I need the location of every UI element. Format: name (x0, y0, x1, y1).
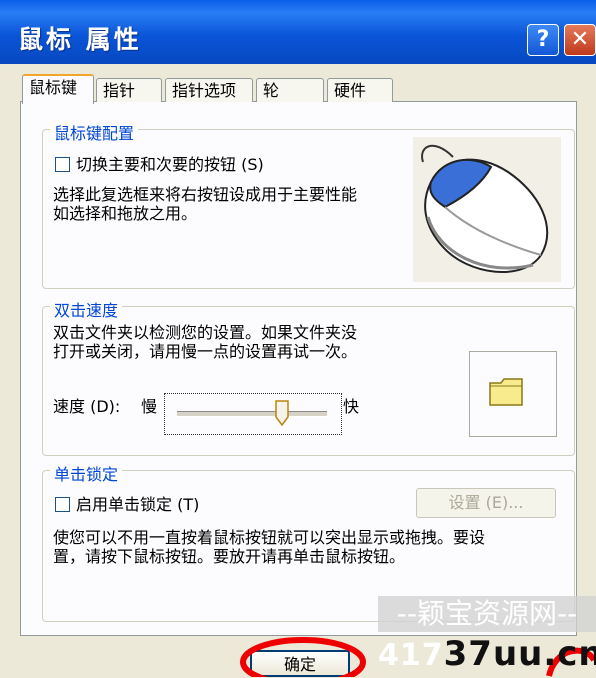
help-button[interactable]: ? (527, 24, 559, 56)
click-lock-desc-2: 置，请按下鼠标按钮。要放开请再单击鼠标按钮。 (53, 547, 406, 566)
slider-thumb[interactable] (275, 400, 289, 426)
slider-track (177, 411, 327, 417)
watermark-url: 41737uu.cn (378, 634, 596, 674)
fast-label: 快 (343, 397, 360, 416)
watermark-url-prefix: 417 (378, 638, 444, 673)
double-click-legend: 双击速度 (50, 297, 123, 321)
title-bar: 鼠标 属性 ? ✕ (0, 0, 596, 64)
folder-icon[interactable] (488, 377, 524, 407)
click-lock-settings-button[interactable]: 设置 (E)... (416, 488, 556, 518)
double-click-desc-1: 双击文件夹以检测您的设置。如果文件夹没 (53, 323, 358, 342)
click-lock-checkbox[interactable] (55, 497, 70, 512)
mouse-illustration (413, 137, 561, 282)
mouse-icon (421, 144, 549, 273)
tab-pointers[interactable]: 指针 (96, 78, 162, 102)
tab-buttons[interactable]: 鼠标键 (22, 74, 94, 104)
red-highlight-ellipse (240, 637, 366, 677)
speed-slider[interactable] (164, 393, 342, 435)
tab-pointer-options[interactable]: 指针选项 (165, 78, 253, 102)
speed-label: 速度 (D): (53, 397, 121, 416)
double-click-desc-2: 打开或关闭，请用慢一点的设置再试一次。 (53, 342, 358, 361)
click-lock-legend: 单击锁定 (50, 461, 123, 485)
switch-buttons-checkbox[interactable] (55, 157, 70, 172)
window-title: 鼠标 属性 (18, 25, 142, 54)
button-config-desc-1: 选择此复选框来将右按钮设成用于主要性能 (53, 185, 358, 204)
button-config-desc-2: 如选择和拖放之用。 (53, 204, 198, 223)
watermark-site-name: --颖宝资源网-- (378, 596, 596, 632)
switch-buttons-label[interactable]: 切换主要和次要的按钮 (S) (76, 155, 264, 174)
tab-hardware[interactable]: 硬件 (327, 78, 393, 102)
test-folder-area[interactable] (469, 351, 557, 437)
click-lock-label[interactable]: 启用单击锁定 (T) (76, 495, 199, 514)
slow-label: 慢 (141, 397, 158, 416)
watermark-url-domain: 37uu.cn (443, 634, 596, 674)
close-button[interactable]: ✕ (564, 24, 596, 56)
tab-wheel[interactable]: 轮 (256, 78, 324, 102)
click-lock-desc-1: 使您可以不用一直按着鼠标按钮就可以突出显示或拖拽。要设 (53, 528, 486, 547)
button-config-legend: 鼠标键配置 (50, 120, 139, 144)
